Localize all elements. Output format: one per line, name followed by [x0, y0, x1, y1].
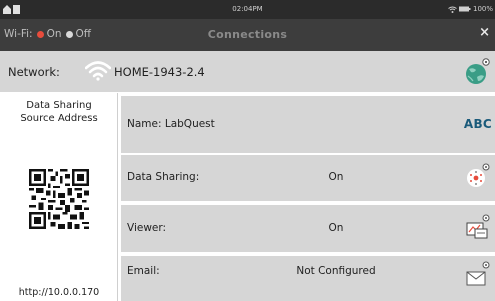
close-button[interactable]: ×	[479, 25, 490, 40]
battery-icon	[458, 6, 471, 12]
globe-settings-icon[interactable]	[463, 57, 491, 91]
battery-level: 100%	[472, 5, 493, 13]
network-row[interactable]: Network: HOME-1943-2.4	[0, 51, 495, 93]
viewer-label: Viewer:	[127, 222, 167, 234]
qr-code	[29, 169, 89, 233]
status-icons: 100%	[448, 5, 493, 13]
name-label: Name: LabQuest	[127, 118, 215, 130]
qr-caption-line2: Source Address	[20, 113, 98, 124]
network-label: Network:	[8, 65, 60, 79]
data-sharing-row[interactable]: Data Sharing: On	[121, 155, 495, 201]
wifi-icon	[84, 59, 112, 85]
email-row[interactable]: Email: Not Configured	[121, 256, 495, 301]
viewer-icon[interactable]	[465, 213, 491, 245]
title-bar: Wi-Fi: On Off Connections ×	[0, 19, 495, 51]
qr-caption: Data Sharing Source Address	[0, 99, 118, 125]
qr-panel: Data Sharing Source Address http://10.0.…	[0, 93, 118, 301]
data-sharing-value: On	[328, 171, 344, 183]
clock: 02:04PM	[232, 5, 263, 13]
data-sharing-label: Data Sharing:	[127, 171, 200, 183]
viewer-row[interactable]: Viewer: On	[121, 205, 495, 252]
abc-text-icon[interactable]: ABC	[464, 117, 492, 131]
email-icon[interactable]	[465, 260, 491, 292]
data-sharing-icon[interactable]	[465, 162, 491, 194]
wifi-signal-icon	[448, 6, 457, 13]
email-value: Not Configured	[296, 265, 376, 277]
qr-caption-line1: Data Sharing	[26, 100, 92, 111]
email-label: Email:	[127, 265, 160, 277]
page-title: Connections	[207, 28, 288, 41]
network-ssid: HOME-1943-2.4	[114, 65, 205, 79]
status-bar: 02:04PM 100%	[0, 0, 495, 19]
qr-url: http://10.0.0.170	[18, 287, 100, 298]
viewer-value: On	[328, 222, 344, 234]
name-row[interactable]: Name: LabQuest ABC	[121, 96, 495, 153]
